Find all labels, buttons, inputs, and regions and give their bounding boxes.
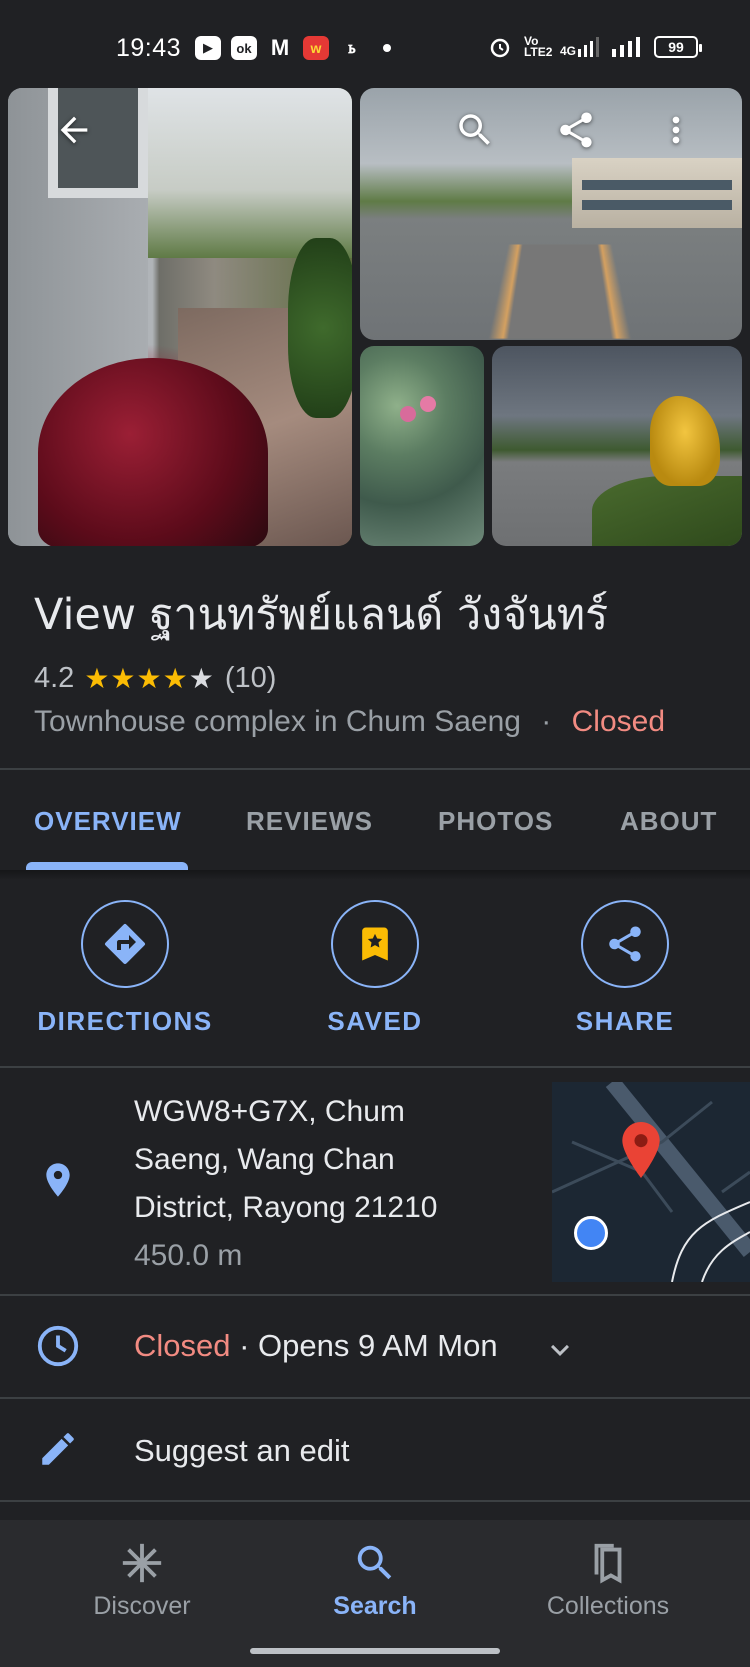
directions-label: DIRECTIONS	[37, 1006, 213, 1036]
system-icons: Vo LTE2 4G 99	[488, 34, 702, 59]
notification-icons: ▶ ok M w ꮟ	[195, 35, 391, 60]
saved-label: SAVED	[327, 1006, 423, 1036]
address-line-3: District, Rayong 21210	[134, 1191, 438, 1224]
tab-shadow	[0, 870, 750, 880]
share-icon	[560, 112, 592, 148]
map-pin-icon	[622, 1122, 660, 1178]
action-buttons: DIRECTIONS SAVED SHARE	[0, 900, 750, 1036]
suggest-edit-label: Suggest an edit	[134, 1433, 350, 1468]
saved-button[interactable]: SAVED	[275, 900, 475, 1037]
more-vert-icon	[672, 116, 680, 144]
address-text: WGW8+G7X, Chum Saeng, Wang Chan District…	[134, 1088, 534, 1280]
signal-icon	[612, 37, 640, 57]
share-photo-button[interactable]	[548, 102, 604, 158]
tab-photos[interactable]: PHOTOS	[438, 806, 553, 837]
divider	[0, 1500, 750, 1502]
search-button[interactable]	[447, 102, 503, 158]
nav-search-label: Search	[333, 1592, 417, 1620]
rating-stars-icon: ★★★★★	[84, 663, 215, 694]
battery-icon: 99	[654, 36, 702, 58]
hours-status: Closed	[134, 1328, 231, 1363]
address-row[interactable]: WGW8+G7X, Chum Saeng, Wang Chan District…	[0, 1068, 750, 1293]
share-label: SHARE	[575, 1006, 675, 1036]
tt-app-icon: ꮟ	[348, 38, 356, 57]
current-location-dot	[574, 1216, 608, 1250]
share-button[interactable]: SHARE	[525, 900, 725, 1037]
open-status: Closed	[571, 705, 666, 738]
network-type-label: 4G	[559, 44, 576, 58]
status-bar: 19:43 ▶ ok M w ꮟ Vo LTE2 4G 99	[0, 0, 750, 84]
address-line-2: Saeng, Wang Chan	[134, 1143, 395, 1176]
bookmark-saved-icon	[362, 927, 388, 961]
collections-icon	[594, 1543, 622, 1584]
edit-pencil-icon	[30, 1421, 86, 1477]
chevron-down-icon[interactable]	[542, 1332, 578, 1368]
nav-search[interactable]: Search	[275, 1540, 475, 1621]
wb-app-icon: w	[303, 36, 329, 60]
ok-app-icon: ok	[231, 36, 257, 60]
category-row: Townhouse complex in Chum Saeng · Closed	[34, 705, 734, 739]
rating-row[interactable]: 4.2 ★★★★★ (10)	[34, 662, 734, 695]
directions-button[interactable]: DIRECTIONS	[25, 900, 225, 1037]
location-pin-icon	[30, 1152, 86, 1208]
separator-dot: ·	[541, 705, 552, 738]
alarm-icon	[490, 38, 510, 58]
search-icon	[357, 1545, 392, 1580]
clock-icon	[30, 1318, 86, 1374]
suggest-edit-row[interactable]: Suggest an edit	[0, 1399, 750, 1499]
photo-gallery	[0, 84, 750, 548]
status-time: 19:43	[116, 34, 182, 62]
place-category: Townhouse complex in Chum Saeng	[34, 705, 521, 738]
back-button[interactable]	[46, 102, 102, 158]
photo-golden-horse[interactable]	[492, 346, 742, 546]
bottom-navigation: Discover Search Collections	[0, 1520, 750, 1667]
directions-icon	[105, 923, 146, 964]
more-options-button[interactable]	[648, 102, 704, 158]
nav-collections[interactable]: Collections	[508, 1540, 708, 1621]
rating-value: 4.2	[34, 662, 75, 694]
tab-bar: OVERVIEW REVIEWS PHOTOS ABOUT	[0, 770, 750, 870]
directions-circle	[81, 900, 169, 988]
place-title: View ฐานทรัพย์แลนด์ วังจันทร์	[34, 590, 609, 640]
search-icon	[459, 114, 490, 145]
distance-text: 450.0 m	[134, 1239, 243, 1272]
address-line-1: WGW8+G7X, Chum	[134, 1095, 405, 1128]
review-count: (10)	[224, 662, 277, 694]
gmail-icon: M	[270, 35, 290, 60]
volte-indicator: Vo LTE2	[523, 34, 553, 59]
saved-circle	[331, 900, 419, 988]
nav-collections-label: Collections	[546, 1592, 670, 1620]
nav-discover[interactable]: Discover	[42, 1540, 242, 1621]
map-thumbnail[interactable]	[552, 1082, 750, 1282]
photo-lotus-pond[interactable]	[360, 346, 484, 546]
camera-app-icon: ▶	[195, 36, 221, 60]
tab-about[interactable]: ABOUT	[620, 806, 717, 837]
hours-text: Closed · Opens 9 AM Mon	[134, 1328, 498, 1364]
tab-overview[interactable]: OVERVIEW	[34, 806, 182, 837]
hours-detail: · Opens 9 AM Mon	[230, 1328, 498, 1363]
place-header: View ฐานทรัพย์แลนด์ วังจันทร์ 4.2 ★★★★★ …	[34, 580, 734, 739]
hours-row[interactable]: Closed · Opens 9 AM Mon	[0, 1296, 750, 1396]
tab-indicator	[26, 862, 188, 870]
nav-discover-label: Discover	[93, 1592, 191, 1620]
tab-reviews[interactable]: REVIEWS	[246, 806, 373, 837]
home-indicator[interactable]	[250, 1648, 500, 1654]
signal-4g-icon: 4G	[560, 37, 600, 57]
share-circle	[581, 900, 669, 988]
arrow-back-icon	[60, 116, 88, 144]
more-notifications-dot	[383, 44, 391, 52]
share-icon	[609, 926, 641, 962]
discover-icon	[122, 1543, 162, 1583]
